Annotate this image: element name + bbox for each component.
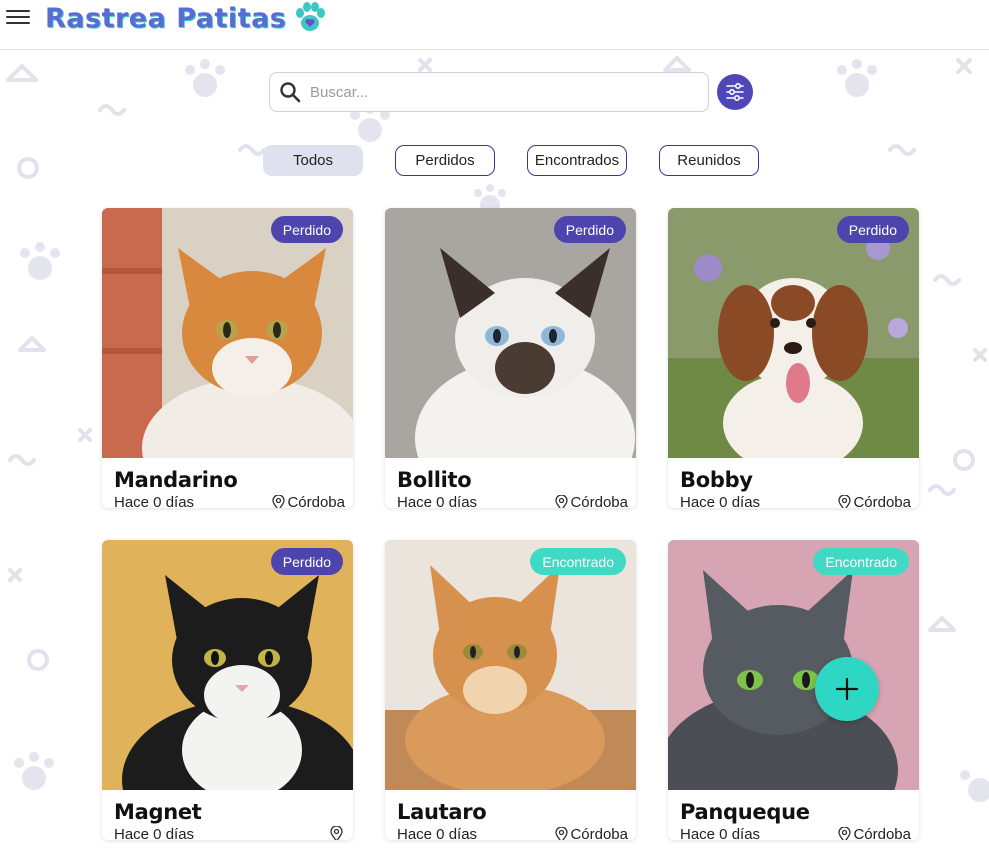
tab-perdidos[interactable]: Perdidos (395, 145, 495, 176)
status-badge: Encontrado (530, 548, 626, 575)
pet-name: Bobby (680, 468, 753, 492)
status-badge: Perdido (270, 216, 343, 243)
pet-card[interactable]: Perdido Bobby Hace 0 días Córdoba (668, 208, 919, 508)
pet-name: Magnet (114, 800, 202, 824)
pet-location: Córdoba (272, 494, 345, 508)
pet-time: Hace 0 días (114, 494, 195, 508)
pet-name: Panqueque (680, 800, 810, 824)
pet-location (330, 826, 345, 840)
status-badge: Perdido (270, 548, 343, 575)
search-icon[interactable] (278, 80, 302, 104)
sliders-icon (726, 82, 744, 102)
search-bar (269, 72, 709, 112)
pet-location-label: Córdoba (570, 494, 628, 508)
pet-photo (668, 540, 919, 790)
pet-location-label: Córdoba (853, 826, 911, 840)
pet-time: Hace 0 días (397, 494, 478, 508)
pet-time: Hace 0 días (680, 826, 761, 840)
app-title: Rastrea Patitas (45, 2, 287, 34)
pet-photo (102, 540, 353, 790)
pet-name: Lautaro (397, 800, 487, 824)
plus-icon (835, 677, 859, 701)
status-badge: Encontrado (813, 548, 909, 575)
search-input[interactable] (310, 83, 690, 101)
pet-location: Córdoba (555, 826, 628, 840)
map-pin-icon (272, 494, 286, 508)
pet-card[interactable]: Perdido Bollito Hace 0 días Córdoba (385, 208, 636, 508)
pet-time: Hace 0 días (397, 826, 478, 840)
pet-name: Mandarino (114, 468, 238, 492)
pet-photo (668, 208, 919, 458)
top-bar: Rastrea Patitas (0, 0, 989, 50)
pet-photo (385, 540, 636, 790)
status-tabs: Todos Perdidos Encontrados Reunidos (0, 145, 989, 176)
map-pin-icon (555, 494, 569, 508)
pet-location: Córdoba (838, 826, 911, 840)
pet-photo (385, 208, 636, 458)
status-badge: Perdido (553, 216, 626, 243)
map-pin-icon (555, 826, 569, 840)
pet-time: Hace 0 días (680, 494, 761, 508)
pet-location-label: Córdoba (570, 826, 628, 840)
pet-location-label: Córdoba (287, 494, 345, 508)
pet-time: Hace 0 días (114, 826, 195, 840)
map-pin-icon (838, 826, 852, 840)
filter-button[interactable] (717, 74, 753, 110)
tab-encontrados[interactable]: Encontrados (527, 145, 627, 176)
pet-photo (102, 208, 353, 458)
pet-location-label: Córdoba (853, 494, 911, 508)
pet-location: Córdoba (555, 494, 628, 508)
tab-reunidos[interactable]: Reunidos (659, 145, 759, 176)
map-pin-icon (330, 826, 343, 840)
pet-card[interactable]: Perdido Magnet Hace 0 días (102, 540, 353, 840)
pet-card[interactable]: Encontrado Panqueque Hace 0 días Córdoba (668, 540, 919, 840)
hamburger-icon[interactable] (6, 6, 30, 28)
pet-card[interactable]: Encontrado Lautaro Hace 0 días Córdoba (385, 540, 636, 840)
tab-todos[interactable]: Todos (263, 145, 363, 176)
app-logo[interactable]: Rastrea Patitas (45, 0, 328, 36)
map-pin-icon (838, 494, 852, 508)
status-badge: Perdido (836, 216, 909, 243)
pet-name: Bollito (397, 468, 472, 492)
pet-location: Córdoba (838, 494, 911, 508)
paw-logo-icon (296, 2, 326, 31)
add-report-button[interactable] (815, 657, 879, 721)
pet-card[interactable]: Perdido Mandarino Hace 0 días Córdoba (102, 208, 353, 508)
